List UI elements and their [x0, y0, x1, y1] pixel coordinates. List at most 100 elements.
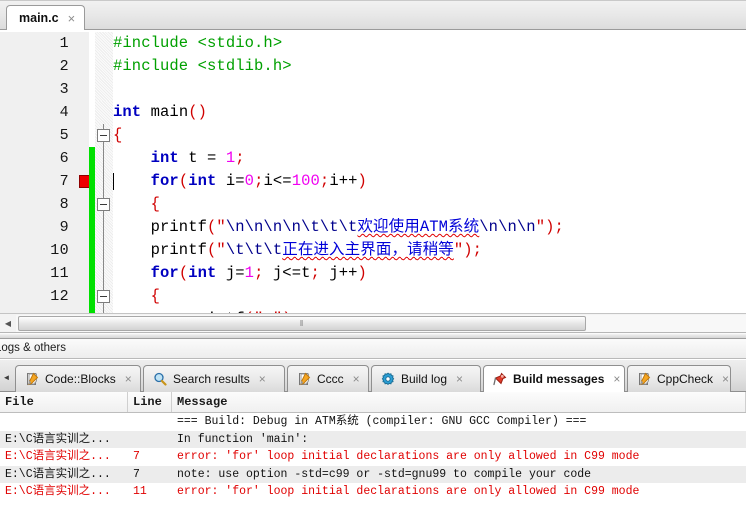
logs-tab-label: Code::Blocks	[45, 372, 116, 386]
fold-margin[interactable]	[95, 193, 113, 216]
code-line[interactable]: 11 for(int j=1; j<=t; j++)	[0, 262, 746, 285]
build-message-row[interactable]: E:\C语言实训之... 7 error: 'for' loop initial d…	[0, 448, 746, 466]
scrollbar-thumb[interactable]: ‖	[18, 315, 586, 331]
code-text: printf("\n\n\n\n\t\t\t欢迎使用ATM系统\n\n\n");	[113, 218, 564, 236]
column-header-message[interactable]: Message	[172, 392, 746, 412]
breakpoint-margin[interactable]	[78, 55, 89, 78]
editor-horizontal-scrollbar[interactable]: ◀ ‖	[0, 313, 746, 332]
code-line[interactable]: 6 int t = 1;	[0, 147, 746, 170]
line-number: 4	[0, 101, 78, 124]
line-number: 5	[0, 124, 78, 147]
logs-tab-cppcheck[interactable]: CppCheck ×	[627, 365, 731, 392]
magnifier-icon	[153, 372, 167, 386]
pane-splitter[interactable]	[0, 332, 746, 339]
close-icon[interactable]: ×	[125, 372, 132, 386]
fold-margin[interactable]	[95, 285, 113, 308]
fold-margin[interactable]	[95, 78, 113, 101]
gear-icon	[381, 372, 395, 386]
cell-file: E:\C语言实训之...	[5, 432, 111, 446]
line-number: 12	[0, 285, 78, 308]
pane-caption-label: Logs & others	[0, 342, 66, 354]
logs-tab-code-blocks[interactable]: Code::Blocks ×	[15, 365, 141, 392]
fold-margin[interactable]	[95, 170, 113, 193]
code-text: #include <stdio.h>	[113, 34, 283, 52]
cell-line: 11	[133, 485, 147, 498]
close-icon[interactable]: ×	[353, 372, 360, 386]
cell-line	[128, 431, 172, 449]
breakpoint-margin[interactable]	[78, 193, 89, 216]
fold-margin[interactable]	[95, 101, 113, 124]
code-text: {	[113, 126, 123, 144]
editor-tab-main-c[interactable]: main.c ×	[6, 5, 86, 30]
fold-collapse-icon[interactable]	[97, 198, 110, 211]
notepad-icon	[297, 372, 311, 386]
fold-collapse-icon[interactable]	[97, 129, 110, 142]
code-text: printf("\t\t\t正在进入主界面，请稍等");	[113, 241, 483, 259]
code-line[interactable]: 7 for(int i=0;i<=100;i++)	[0, 170, 746, 193]
fold-margin[interactable]	[95, 55, 113, 78]
breakpoint-margin[interactable]	[78, 170, 92, 193]
code-line[interactable]: 5{	[0, 124, 746, 147]
build-message-row[interactable]: E:\C语言实训之... 11 error: 'for' loop initial …	[0, 483, 746, 501]
code-text: for(int j=1; j<=t; j++)	[150, 264, 367, 282]
fold-margin[interactable]	[95, 32, 113, 55]
breakpoint-margin[interactable]	[78, 78, 89, 101]
scroll-left-arrow-icon[interactable]: ◀	[0, 314, 16, 332]
code-line[interactable]: 2 #include <stdlib.h>	[0, 55, 746, 78]
logs-tab-build-messages[interactable]: Build messages ×	[483, 365, 625, 392]
build-message-row[interactable]: === Build: Debug in ATM系统 (compiler: GNU…	[0, 413, 746, 431]
build-messages-grid[interactable]: File Line Message === Build: Debug in ATM系…	[0, 392, 746, 506]
cell-file: E:\C语言实训之...	[5, 450, 111, 463]
logs-tab-cccc[interactable]: Cccc ×	[287, 365, 369, 392]
column-header-file[interactable]: File	[0, 392, 128, 412]
notepad-icon	[637, 372, 651, 386]
code-line[interactable]: 4 int main()	[0, 101, 746, 124]
close-icon[interactable]: ×	[456, 372, 463, 386]
cell-line	[128, 413, 172, 431]
line-number: 8	[0, 193, 78, 216]
column-header-line[interactable]: Line	[128, 392, 172, 412]
code-line[interactable]: 10 printf("\t\t\t正在进入主界面，请稍等");	[0, 239, 746, 262]
code-text: int main()	[113, 103, 208, 121]
breakpoint-margin[interactable]	[78, 262, 89, 285]
breakpoint-margin[interactable]	[78, 124, 89, 147]
breakpoint-margin[interactable]	[78, 216, 89, 239]
cell-message: error: 'for' loop initial declarations a…	[177, 450, 640, 463]
close-icon[interactable]: ×	[613, 372, 620, 386]
fold-margin[interactable]	[95, 147, 113, 170]
editor-tab-bar: main.c ×	[0, 0, 746, 30]
close-icon[interactable]: ×	[68, 12, 76, 25]
close-icon[interactable]: ×	[259, 372, 266, 386]
fold-margin[interactable]	[95, 124, 113, 147]
code-editor[interactable]: 1 #include <stdio.h> 2 #include <stdlib.h> 3…	[0, 30, 746, 313]
code-line[interactable]: 3	[0, 78, 746, 101]
breakpoint-margin[interactable]	[78, 147, 89, 170]
build-message-row[interactable]: E:\C语言实训之... In function 'main':	[0, 430, 746, 449]
logs-tab-search-results[interactable]: Search results ×	[143, 365, 285, 392]
code-text: #include <stdlib.h>	[113, 57, 292, 75]
close-icon[interactable]: ×	[722, 372, 729, 386]
logs-pane-caption: Logs & others	[0, 339, 746, 359]
breakpoint-margin[interactable]	[78, 239, 89, 262]
code-line[interactable]: 8 {	[0, 193, 746, 216]
breakpoint-margin[interactable]	[78, 285, 89, 308]
code-line[interactable]: 1 #include <stdio.h>	[0, 32, 746, 55]
code-line[interactable]: 9 printf("\n\n\n\n\t\t\t欢迎使用ATM系统\n\n\n"…	[0, 216, 746, 239]
breakpoint-margin[interactable]	[78, 101, 89, 124]
fold-margin[interactable]	[95, 262, 113, 285]
tab-scroll-left-icon[interactable]: ◄	[0, 364, 13, 390]
tabbar-top-divider	[0, 0, 746, 1]
breakpoint-margin[interactable]	[78, 32, 89, 55]
fold-collapse-icon[interactable]	[97, 290, 110, 303]
logs-tab-build-log[interactable]: Build log ×	[371, 365, 481, 392]
scrollbar-track[interactable]: ‖	[16, 314, 746, 332]
build-message-row[interactable]: E:\C语言实训之... 7 note: use option -std=c99 o…	[0, 465, 746, 483]
cell-message: error: 'for' loop initial declarations a…	[177, 485, 640, 498]
cell-file	[0, 413, 128, 431]
fold-margin[interactable]	[95, 216, 113, 239]
code-line[interactable]: 12 {	[0, 285, 746, 308]
text-caret	[113, 173, 114, 190]
code-text: {	[150, 195, 161, 213]
code-text: for(int i=0;i<=100;i++)	[150, 172, 367, 190]
fold-margin[interactable]	[95, 239, 113, 262]
